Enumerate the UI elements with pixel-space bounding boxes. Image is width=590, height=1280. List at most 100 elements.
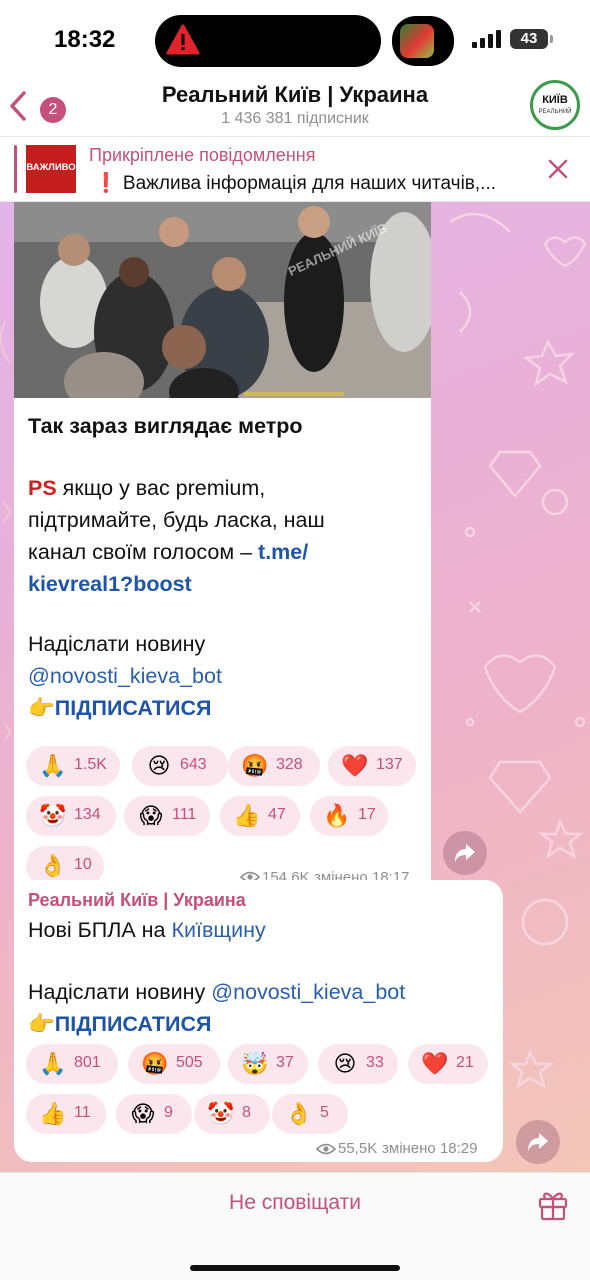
reaction-count: 134 — [74, 806, 101, 823]
view-count: 55,5K — [338, 1140, 378, 1157]
crying-face-icon: 😢 — [147, 753, 171, 778]
share-button[interactable] — [516, 1120, 560, 1164]
reaction-angry[interactable]: 🤬 505 — [128, 1044, 220, 1084]
home-indicator[interactable] — [190, 1265, 400, 1271]
avatar-logo-text: КИЇВ — [542, 94, 568, 106]
mute-button[interactable]: Не сповіщати — [0, 1191, 590, 1215]
chat-header: 2 Реальний Київ | Украина 1 436 381 підп… — [0, 80, 590, 136]
subscribe-link[interactable]: 👉ПІДПИСАТИСЯ — [28, 692, 211, 724]
reaction-count: 137 — [376, 756, 403, 773]
clock: 18:32 — [54, 26, 116, 53]
clown-icon: 🤡 — [39, 803, 67, 828]
chat-area[interactable]: РЕАЛЬНИЙ КИЇВ Так зараз виглядає метро P… — [0, 202, 590, 1172]
bot-link[interactable]: @novosti_kieva_bot — [211, 980, 405, 1004]
ps-line1: якщо у вас premium, — [56, 476, 266, 500]
cellular-signal-icon — [472, 30, 501, 48]
cursing-face-icon: 🤬 — [141, 1051, 169, 1076]
reaction-scream[interactable]: 😱 9 — [116, 1094, 192, 1134]
fire-icon: 🔥 — [323, 803, 351, 828]
reaction-cry[interactable]: 😢 33 — [318, 1044, 398, 1084]
reaction-clown[interactable]: 🤡 134 — [26, 796, 116, 836]
reaction-count: 47 — [268, 806, 286, 823]
bottom-bar: Не сповіщати — [0, 1172, 590, 1280]
channel-avatar[interactable]: КИЇВ РЕАЛЬНИЙ — [530, 80, 580, 130]
channel-title[interactable]: Реальний Київ | Украина — [0, 82, 590, 108]
battery-icon: 43 — [510, 29, 553, 49]
reaction-ok[interactable]: 👌 5 — [272, 1094, 348, 1134]
message-heading: Так зараз виглядає метро — [28, 414, 303, 438]
send-news-line: Надіслати новину @novosti_kieva_bot — [28, 976, 405, 1008]
avatar-logo-subtext: РЕАЛЬНИЙ — [538, 109, 572, 115]
clown-icon: 🤡 — [207, 1101, 235, 1126]
pinned-thumbnail: ВАЖЛИВО — [26, 145, 76, 193]
pinned-thumbnail-label: ВАЖЛИВО — [26, 162, 76, 173]
pinned-text: ❗ Важлива інформація для наших читачів,.… — [94, 173, 497, 194]
reaction-count: 328 — [276, 756, 303, 773]
share-button[interactable] — [443, 831, 487, 875]
thumbs-up-icon: 👍 — [39, 1101, 67, 1126]
crying-face-icon: 😢 — [333, 1051, 357, 1076]
pinned-message-bar[interactable]: ВАЖЛИВО Прикріплене повідомлення ❗ Важли… — [0, 136, 590, 202]
heart-icon: ❤️ — [421, 1051, 449, 1076]
message-photo[interactable]: РЕАЛЬНИЙ КИЇВ — [14, 202, 431, 398]
reaction-count: 801 — [74, 1054, 101, 1071]
reaction-heart[interactable]: ❤️ 21 — [408, 1044, 488, 1084]
forward-icon — [528, 1133, 548, 1151]
forward-icon — [455, 844, 475, 862]
reaction-pray[interactable]: 🙏 801 — [26, 1044, 118, 1084]
reaction-thumbs[interactable]: 👍 11 — [26, 1094, 106, 1134]
warning-icon[interactable] — [166, 24, 200, 56]
screaming-face-icon: 😱 — [131, 1101, 155, 1126]
reaction-count: 1.5K — [74, 756, 107, 773]
ps-label: PS — [28, 476, 57, 500]
reaction-heart[interactable]: ❤️ 137 — [328, 746, 416, 786]
pray-icon: 🙏 — [39, 1051, 67, 1076]
reaction-count: 111 — [172, 806, 197, 823]
reaction-pray[interactable]: 🙏 1.5K — [26, 746, 120, 786]
pinned-indicator — [14, 145, 17, 193]
reaction-count: 33 — [366, 1054, 384, 1071]
reaction-count: 505 — [176, 1054, 203, 1071]
reaction-count: 10 — [74, 856, 92, 873]
subscribe-link[interactable]: 👉ПІДПИСАТИСЯ — [28, 1008, 211, 1040]
message-bubble[interactable]: Реальний Київ | Украина Нові БПЛА на Киї… — [14, 880, 503, 1162]
pray-icon: 🙏 — [39, 753, 67, 778]
reaction-fire[interactable]: 🔥 17 — [310, 796, 388, 836]
ps-line2: підтримайте, будь ласка, наш — [28, 508, 325, 532]
subscriber-count: 1 436 381 підписник — [221, 110, 369, 127]
send-news-label: Надіслати новину — [28, 980, 212, 1004]
exploding-head-icon: 🤯 — [241, 1051, 269, 1076]
status-bar: 18:32 43 — [0, 0, 590, 80]
close-icon[interactable] — [544, 155, 572, 183]
reaction-scream[interactable]: 😱 111 — [124, 796, 210, 836]
reaction-thumbs[interactable]: 👍 47 — [220, 796, 300, 836]
eye-icon — [316, 1143, 336, 1155]
send-news-label: Надіслати новину — [28, 632, 206, 656]
edited-label: змінено 18:29 — [382, 1140, 478, 1157]
pinned-title: Прикріплене повідомлення — [89, 145, 316, 165]
reaction-cry[interactable]: 😢 643 — [132, 746, 228, 786]
gift-icon[interactable] — [536, 1187, 570, 1221]
message-author[interactable]: Реальний Київ | Украина — [28, 890, 246, 911]
reaction-count: 9 — [164, 1104, 173, 1121]
reaction-count: 643 — [180, 756, 207, 773]
boost-link[interactable]: t.me/ — [258, 540, 308, 564]
reaction-count: 8 — [242, 1104, 251, 1121]
thumbs-up-icon: 👍 — [233, 803, 261, 828]
message-text-prefix: Нові БПЛА на — [28, 918, 172, 942]
reaction-count: 17 — [358, 806, 376, 823]
ok-hand-icon: 👌 — [39, 853, 67, 878]
ok-hand-icon: 👌 — [285, 1101, 313, 1126]
boost-link-cont[interactable]: kievreal1?boost — [28, 572, 192, 596]
cursing-face-icon: 🤬 — [241, 753, 269, 778]
reaction-count: 21 — [456, 1054, 474, 1071]
region-link[interactable]: Київщину — [171, 918, 265, 942]
reaction-clown[interactable]: 🤡 8 — [194, 1094, 270, 1134]
app-activity-icon[interactable] — [392, 16, 454, 66]
reaction-count: 11 — [74, 1104, 91, 1121]
reaction-count: 37 — [276, 1054, 294, 1071]
reaction-angry[interactable]: 🤬 328 — [228, 746, 320, 786]
bot-link[interactable]: @novosti_kieva_bot — [28, 660, 222, 692]
message-text: Нові БПЛА на Київщину — [28, 914, 266, 946]
reaction-mindblown[interactable]: 🤯 37 — [228, 1044, 308, 1084]
